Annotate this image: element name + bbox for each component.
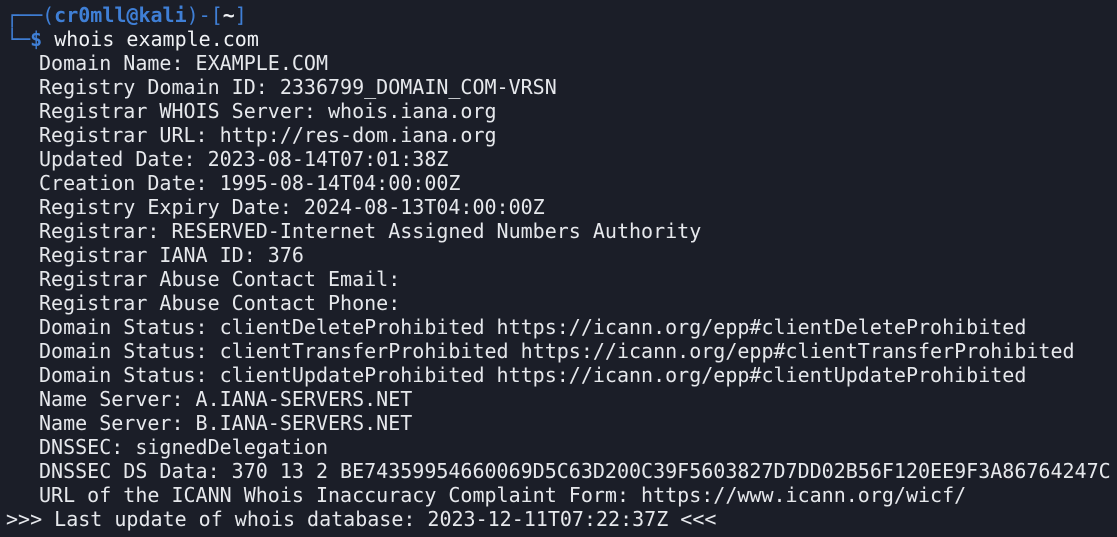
output-line: Creation Date: 1995-08-14T04:00:00Z xyxy=(39,171,461,195)
output-line: Domain Status: clientTransferProhibited … xyxy=(39,339,1075,363)
output-line: DNSSEC DS Data: 370 13 2 BE7435995466006… xyxy=(39,459,1111,483)
prompt-cwd: ~ xyxy=(222,3,235,27)
prompt-user-host: cr0mll@kali xyxy=(54,3,187,27)
output-line: Domain Status: clientDeleteProhibited ht… xyxy=(39,315,1027,339)
last-update-line: >>> Last update of whois database: 2023-… xyxy=(6,507,717,531)
output-line: Registry Expiry Date: 2024-08-13T04:00:0… xyxy=(39,195,545,219)
output-line: Registrar Abuse Contact Email: xyxy=(39,267,401,291)
output-line: Registrar URL: http://res-dom.iana.org xyxy=(39,123,497,147)
output-line: Domain Name: EXAMPLE.COM xyxy=(39,51,328,75)
output-line: Name Server: B.IANA-SERVERS.NET xyxy=(39,411,413,435)
command-text: whois example.com xyxy=(54,27,259,51)
prompt-symbol: $ xyxy=(30,27,43,51)
output-line: Registrar: RESERVED-Internet Assigned Nu… xyxy=(39,219,702,243)
output-line: Registrar IANA ID: 376 xyxy=(39,243,304,267)
output-line: URL of the ICANN Whois Inaccuracy Compla… xyxy=(39,483,967,507)
output-line: Registrar WHOIS Server: whois.iana.org xyxy=(39,99,497,123)
output-line: Registrar Abuse Contact Phone: xyxy=(39,291,401,315)
output-line: Name Server: A.IANA-SERVERS.NET xyxy=(39,387,413,411)
prompt-line-1: ┌──(cr0mll@kali)-[~] xyxy=(6,3,247,27)
output-line: DNSSEC: signedDelegation xyxy=(39,435,328,459)
output-line: Registry Domain ID: 2336799_DOMAIN_COM-V… xyxy=(39,75,557,99)
output-line: Domain Status: clientUpdateProhibited ht… xyxy=(39,363,1027,387)
prompt-line-2: └─$ whois example.com xyxy=(6,27,259,51)
terminal-window[interactable]: ┌──(cr0mll@kali)-[~] └─$ whois example.c… xyxy=(0,0,1117,537)
output-line: Updated Date: 2023-08-14T07:01:38Z xyxy=(39,147,449,171)
